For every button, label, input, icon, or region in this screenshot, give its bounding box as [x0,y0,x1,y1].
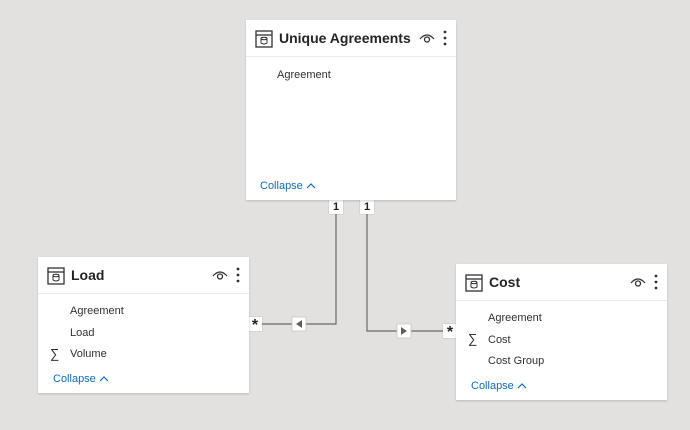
arrow-right-icon [396,323,412,339]
table-icon [255,30,273,48]
field-agreement[interactable]: Agreement [70,305,124,317]
card-title: Load [71,267,105,283]
field-cost[interactable]: Cost [488,334,511,346]
eye-icon[interactable] [212,269,228,281]
table-icon [47,267,65,285]
table-card-unique-agreements[interactable]: Unique Agreements Agreement Collapse [246,20,456,200]
relationship-line-load[interactable] [262,213,337,325]
more-options-icon[interactable] [235,267,241,283]
card-title: Unique Agreements [279,30,411,46]
more-options-icon[interactable] [653,274,659,290]
table-card-load[interactable]: Load Agreement Load ∑ Volume Collapse [38,257,249,393]
more-options-icon[interactable] [442,30,448,46]
cardinality-one-load: 1 [329,200,343,214]
arrow-left-icon [291,316,307,332]
sigma-icon: ∑ [468,331,478,346]
card-title: Cost [489,274,521,290]
table-card-cost[interactable]: Cost Agreement ∑ Cost Cost Group Collaps… [456,264,667,400]
chevron-up-icon [99,376,109,382]
chevron-up-icon [517,383,527,389]
field-agreement[interactable]: Agreement [277,69,331,81]
collapse-link[interactable]: Collapse [53,373,109,385]
card-header[interactable]: Unique Agreements [246,20,456,57]
card-header[interactable]: Cost [456,264,667,301]
cardinality-one-cost: 1 [360,200,374,214]
collapse-label: Collapse [260,180,303,192]
field-cost-group[interactable]: Cost Group [488,355,544,367]
eye-icon[interactable] [419,32,435,44]
cardinality-many-load: * [248,317,262,334]
eye-icon[interactable] [630,276,646,288]
field-volume[interactable]: Volume [70,348,107,360]
field-agreement[interactable]: Agreement [488,312,542,324]
collapse-link[interactable]: Collapse [471,380,527,392]
sigma-icon: ∑ [50,346,60,361]
chevron-up-icon [306,183,316,189]
collapse-link[interactable]: Collapse [260,180,316,192]
collapse-label: Collapse [53,373,96,385]
field-load[interactable]: Load [70,327,94,339]
cardinality-many-cost: * [443,324,457,341]
card-header[interactable]: Load [38,257,249,294]
collapse-label: Collapse [471,380,514,392]
relationship-line-cost[interactable] [366,213,444,332]
table-icon [465,274,483,292]
